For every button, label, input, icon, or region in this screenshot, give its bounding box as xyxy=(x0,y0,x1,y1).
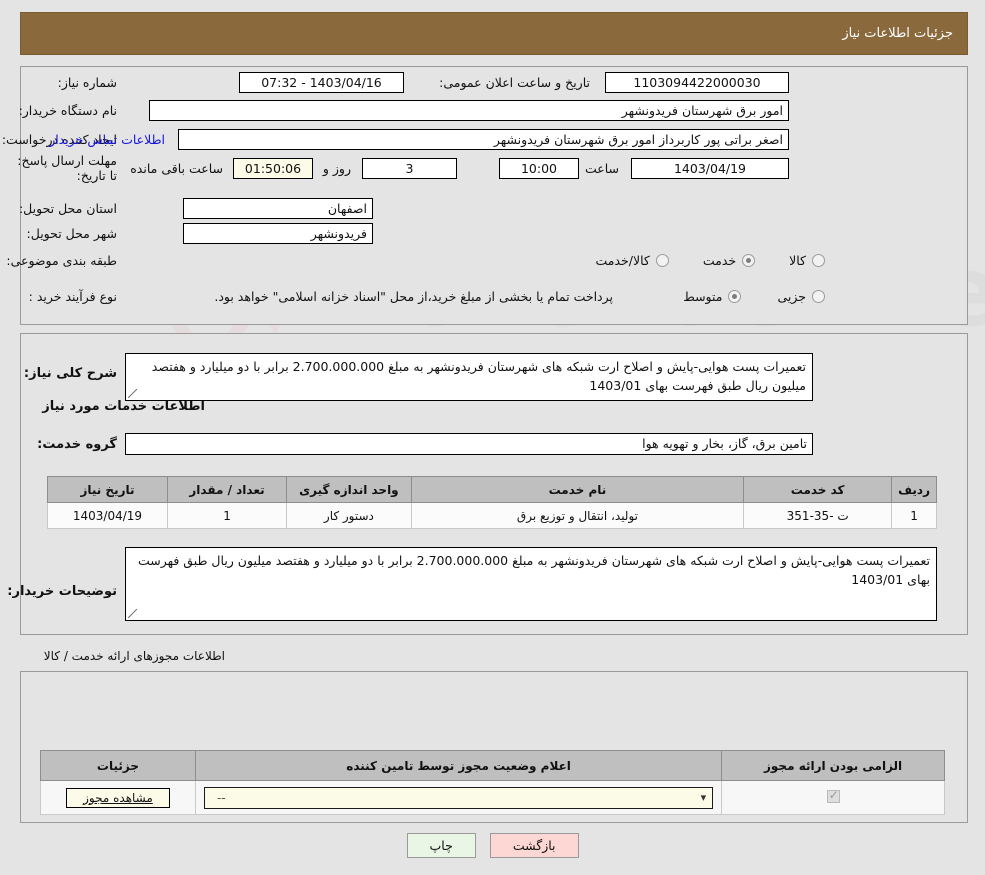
process-note: پرداخت تمام یا بخشی از مبلغ خرید،از محل … xyxy=(214,288,613,304)
services-col-3: واحد اندازه گیری xyxy=(286,476,412,503)
licenses-table-header-row: الزامی بودن ارائه مجوز اعلام وضعیت مجوز … xyxy=(40,750,945,781)
services-table-body: 1ت -35-351 تولید، انتقال و توزیع برق دستور… xyxy=(47,502,937,529)
page-header: جزئیات اطلاعات نیاز xyxy=(20,12,968,55)
deadline-label: مهلت ارسال پاسخ: تا تاریخ: xyxy=(17,153,117,183)
description-textarea[interactable]: تعمیرات پست هوایی-پایش و اصلاح ارت شبکه … xyxy=(125,353,813,401)
province-field[interactable]: اصفهان xyxy=(183,197,373,219)
services-table-header-row: ردیف کد خدمت نام خدمت واحد اندازه گیری تعداد… xyxy=(47,476,937,503)
announce-datetime-field[interactable]: 1403/04/16 - 07:32 xyxy=(239,71,404,93)
services-col-2: نام خدمت xyxy=(410,476,745,503)
services-col-5: تاریخ نیاز xyxy=(47,476,168,503)
process-radio-group: جزیی متوسط xyxy=(681,289,825,304)
need-number-label: شماره نیاز: xyxy=(57,74,117,90)
buyer-org-label: نام دستگاه خریدار: xyxy=(18,102,117,118)
licenses-col-required: الزامی بودن ارائه مجوز xyxy=(721,750,945,781)
radio-process-1-label: متوسط xyxy=(683,288,723,304)
services-heading: اطلاعات خدمات مورد نیاز xyxy=(42,399,205,414)
radio-process-1[interactable] xyxy=(728,289,742,303)
page-title: جزئیات اطلاعات نیاز xyxy=(842,26,953,41)
services-cell-4: 1 xyxy=(166,502,288,529)
radio-process-0-label: جزیی xyxy=(777,288,806,304)
category-radio-group: کالا خدمت کالا/خدمت xyxy=(593,253,825,268)
services-col-4: تعداد / مقدار xyxy=(166,476,288,503)
licenses-table: الزامی بودن ارائه مجوز اعلام وضعیت مجوز … xyxy=(40,750,945,815)
deadline-hour-field[interactable]: 10:00 xyxy=(499,157,579,179)
description-label: شرح کلی نیاز: xyxy=(23,366,117,381)
time-left-suffix: ساعت باقی مانده xyxy=(130,160,223,176)
radio-category-0[interactable] xyxy=(812,253,825,267)
licenses-col-status: اعلام وضعیت مجوز توسط تامین کننده xyxy=(194,750,723,781)
radio-category-1-label: خدمت xyxy=(702,252,737,268)
days-left-field[interactable]: 3 xyxy=(362,157,457,179)
services-cell-3: دستور کار xyxy=(286,502,412,529)
back-button[interactable]: بازگشت xyxy=(489,833,579,858)
deadline-hour-label: ساعت xyxy=(584,160,619,176)
buyer-notes-textarea[interactable]: تعمیرات پست هوایی-پایش و اصلاح ارت شبکه … xyxy=(125,547,937,621)
licenses-table-row: ▾ -- مشاهده مجوز xyxy=(40,780,945,815)
need-number-field[interactable]: 1103094422000030 xyxy=(605,71,789,93)
announce-label: تاریخ و ساعت اعلان عمومی: xyxy=(439,74,590,90)
province-label: استان محل تحویل: xyxy=(18,200,117,216)
city-field[interactable]: فریدونشهر xyxy=(183,222,373,244)
city-label: شهر محل تحویل: xyxy=(26,225,117,241)
services-cell-1: ت -35-351 xyxy=(743,502,893,529)
buyer-notes-label: توضیحات خریدار: xyxy=(7,584,117,599)
licenses-details-cell: مشاهده مجوز xyxy=(40,780,196,815)
process-label: نوع فرآیند خرید : xyxy=(28,288,117,304)
services-cell-0: 1 xyxy=(891,502,937,529)
radio-process-0[interactable] xyxy=(812,289,825,303)
licenses-status-cell: ▾ -- xyxy=(194,780,723,815)
licenses-required-cell xyxy=(721,780,945,815)
category-label: طبقه بندی موضوعی: xyxy=(6,252,117,268)
creator-field[interactable]: اصغر براتی پور کاربرداز امور برق شهرستان… xyxy=(178,128,789,150)
services-cell-2: تولید، انتقال و توزیع برق xyxy=(410,502,745,529)
license-status-select[interactable]: ▾ -- xyxy=(203,786,714,809)
licenses-col-details: جزئیات xyxy=(40,750,196,781)
view-license-button[interactable]: مشاهده مجوز xyxy=(66,787,170,808)
services-col-1: کد خدمت xyxy=(743,476,893,503)
required-checkbox xyxy=(826,788,840,803)
services-table: ردیف کد خدمت نام خدمت واحد اندازه گیری تعداد… xyxy=(47,476,937,529)
services-col-0: ردیف xyxy=(891,476,937,503)
time-left-field: 01:50:06 xyxy=(233,157,313,179)
radio-category-2-label: کالا/خدمت xyxy=(595,252,650,268)
radio-category-0-label: کالا xyxy=(789,252,806,268)
print-button[interactable]: چاپ xyxy=(406,833,476,858)
page-root: AriaTender.net جزئیات اطلاعات نیاز شماره… xyxy=(0,0,985,875)
footer-buttons: بازگشت چاپ xyxy=(0,833,985,858)
deadline-date-field[interactable]: 1403/04/19 xyxy=(631,157,789,179)
service-group-label: گروه خدمت: xyxy=(37,437,117,452)
table-row: 1ت -35-351 تولید، انتقال و توزیع برق دستور… xyxy=(47,502,937,529)
days-unit-label: روز و xyxy=(322,160,351,176)
services-cell-5: 1403/04/19 xyxy=(47,502,168,529)
buyer-org-field[interactable]: امور برق شهرستان فریدونشهر xyxy=(149,99,789,121)
radio-category-1[interactable] xyxy=(742,253,756,267)
license-status-value: -- xyxy=(216,790,226,805)
service-group-field[interactable]: تامین برق، گاز، بخار و تهویه هوا xyxy=(125,433,813,455)
buyer-contact-link[interactable]: اطلاعات تماس خریدار xyxy=(49,132,165,147)
licenses-heading: اطلاعات مجوزهای ارائه خدمت / کالا xyxy=(43,649,225,663)
radio-category-2[interactable] xyxy=(655,253,669,267)
chevron-down-icon: ▾ xyxy=(700,791,707,804)
